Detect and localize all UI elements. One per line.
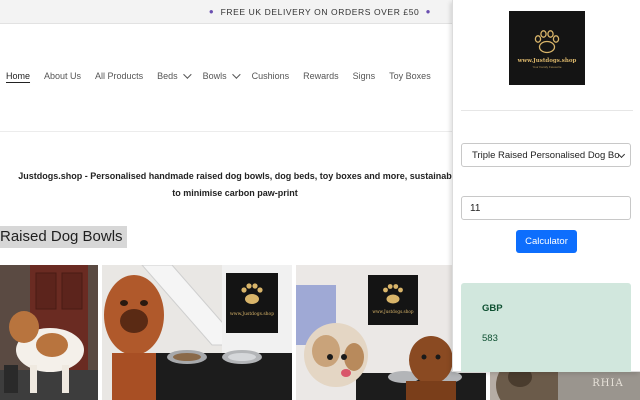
result-currency: GBP — [482, 303, 503, 314]
nav-item-signs[interactable]: Signs — [353, 71, 376, 81]
product-select-value: Triple Raised Personalised Dog Bo — [472, 149, 620, 161]
product-select[interactable]: Triple Raised Personalised Dog Bo — [461, 143, 631, 167]
product-photo — [0, 265, 98, 400]
nav-item-label: Cushions — [251, 71, 290, 81]
product-logo-text: www.Justdogs.shop — [372, 309, 414, 314]
paw-icon: ● — [425, 6, 432, 16]
result-value: 583 — [482, 333, 498, 344]
nav-item-label: All Products — [95, 71, 144, 81]
tagline-line-1: Justdogs.shop - Personalised handmade ra… — [18, 171, 452, 181]
main-nav: Home About Us All Products Beds Bowls Cu… — [6, 70, 445, 81]
nav-item-label: Toy Boxes — [389, 71, 431, 81]
product-sign-text: RHIA — [592, 378, 623, 389]
chevron-down-icon — [231, 70, 241, 79]
nav-item-all-products[interactable]: All Products — [95, 71, 143, 81]
collection-title[interactable]: Raised Dog Bowls — [0, 226, 127, 248]
result-panel: GBP 583 — [461, 283, 631, 372]
popup-logo-text: www.Justdogs.shop — [517, 57, 577, 64]
nav-item-bowls[interactable]: Bowls — [202, 70, 241, 81]
nav-item-label: About Us — [44, 71, 82, 81]
product-photo: www.Justdogs.shop — [102, 265, 292, 400]
calculator-popup: www.Justdogs.shop Your Family Favourite … — [452, 0, 640, 372]
nav-item-rewards[interactable]: Rewards — [303, 71, 339, 81]
popup-logo-subtext: Your Family Favourite — [532, 64, 562, 69]
paw-icon: ● — [208, 6, 215, 16]
divider — [461, 110, 633, 111]
product-image-1[interactable] — [0, 265, 98, 400]
nav-item-cushions[interactable]: Cushions — [252, 71, 290, 81]
nav-item-label: Signs — [352, 71, 376, 81]
nav-item-label: Bowls — [202, 71, 227, 81]
calculator-button[interactable]: Calculator — [516, 230, 577, 253]
chevron-down-icon — [182, 70, 192, 79]
nav-item-label: Beds — [157, 71, 178, 81]
product-logo-text: www.Justdogs.shop — [230, 311, 274, 317]
tagline-line-2: to minimise carbon paw-print — [172, 188, 298, 198]
announcement-text: FREE UK DELIVERY ON ORDERS OVER £50 — [220, 6, 420, 17]
popup-logo: www.Justdogs.shop Your Family Favourite — [509, 11, 585, 85]
paw-icon — [534, 29, 560, 53]
nav-item-label: Home — [6, 71, 31, 81]
quantity-input[interactable] — [461, 196, 631, 220]
nav-item-about-us[interactable]: About Us — [44, 71, 81, 81]
nav-item-toy-boxes[interactable]: Toy Boxes — [389, 71, 431, 81]
nav-item-home[interactable]: Home — [6, 71, 30, 81]
nav-item-beds[interactable]: Beds — [157, 70, 192, 81]
site-tagline: Justdogs.shop - Personalised handmade ra… — [0, 168, 470, 202]
nav-item-label: Rewards — [303, 71, 339, 81]
product-image-2[interactable]: www.Justdogs.shop — [102, 265, 292, 400]
site-header: Home About Us All Products Beds Bowls Cu… — [0, 24, 460, 132]
page: ● FREE UK DELIVERY ON ORDERS OVER £50 ● … — [0, 0, 640, 400]
